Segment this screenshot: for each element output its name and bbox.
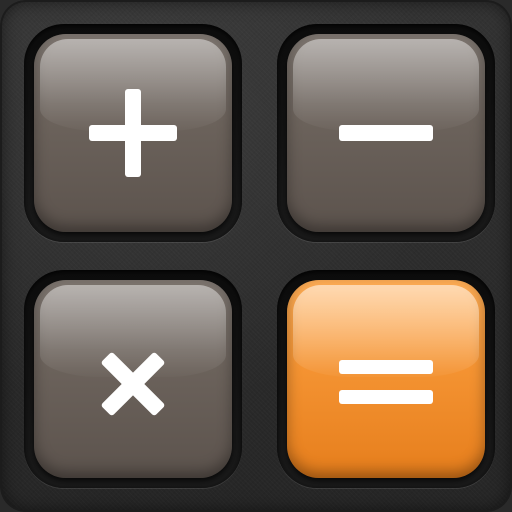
plus-button[interactable] <box>34 34 232 232</box>
calculator-app-icon[interactable] <box>0 0 512 512</box>
equals-button[interactable] <box>287 280 485 478</box>
equals-icon <box>287 280 485 478</box>
key-well-minus <box>277 24 495 242</box>
times-icon <box>34 280 232 478</box>
minus-button[interactable] <box>287 34 485 232</box>
minus-icon <box>287 34 485 232</box>
key-well-plus <box>24 24 242 242</box>
key-well-equals <box>277 270 495 488</box>
times-button[interactable] <box>34 280 232 478</box>
plus-icon <box>34 34 232 232</box>
key-well-times <box>24 270 242 488</box>
